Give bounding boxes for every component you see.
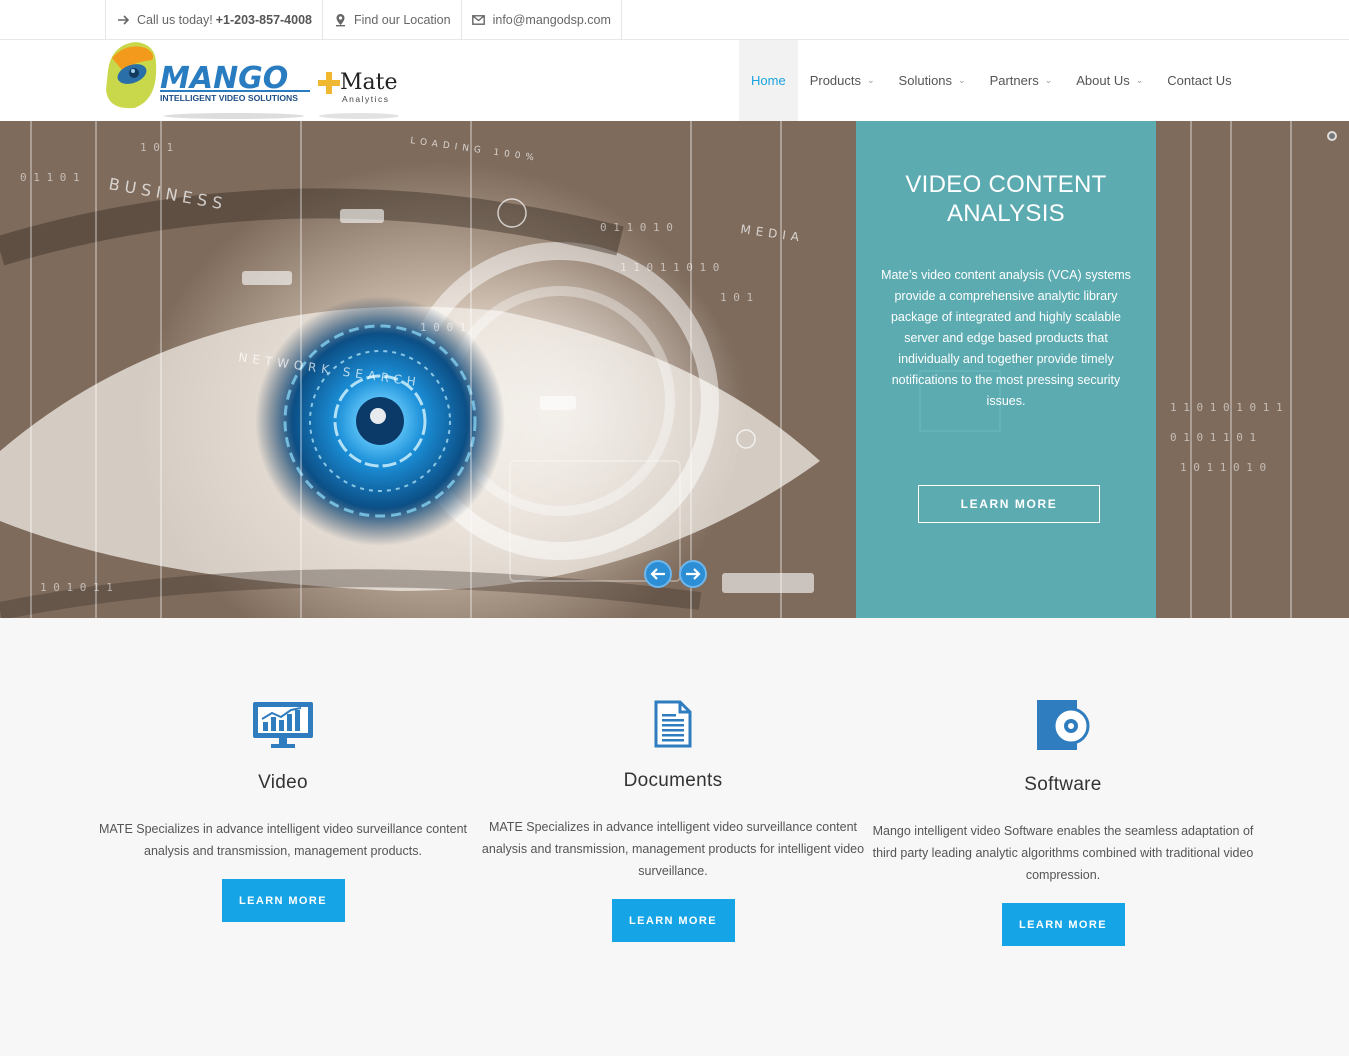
svg-text:1 0 1: 1 0 1 bbox=[140, 141, 173, 154]
hero-title-line1: VIDEO CONTENT bbox=[905, 171, 1107, 198]
software-disc-icon bbox=[1037, 700, 1090, 750]
svg-text:1 1 0 1 0 1 0 1 1: 1 1 0 1 0 1 0 1 1 bbox=[1170, 401, 1283, 414]
map-pin-icon bbox=[333, 13, 347, 27]
logo-graphic: MANGO INTELLIGENT VIDEO SOLUTIONS Mate A… bbox=[106, 42, 399, 119]
feature-learn-more-button[interactable]: LEARN MORE bbox=[611, 899, 735, 942]
arrow-right-icon bbox=[686, 568, 701, 580]
hero-title-line2: ANALYSIS bbox=[946, 200, 1065, 227]
nav-partners[interactable]: Partners ⌄ bbox=[978, 40, 1065, 121]
nav-label: Solutions bbox=[898, 73, 953, 88]
chevron-down-icon: ⌄ bbox=[1044, 75, 1053, 85]
find-location[interactable]: Find our Location bbox=[322, 0, 461, 40]
slider-prev-button[interactable] bbox=[644, 560, 672, 588]
feature-title: Software bbox=[1024, 774, 1102, 795]
envelope-icon bbox=[472, 13, 486, 27]
chevron-down-icon: ⌄ bbox=[867, 75, 875, 85]
arrow-left-icon bbox=[650, 568, 665, 580]
logo-tagline: INTELLIGENT VIDEO SOLUTIONS bbox=[160, 93, 298, 103]
nav-label: About Us bbox=[1076, 73, 1130, 88]
svg-text:1 1 0 1 1 0 1 0: 1 1 0 1 1 0 1 0 bbox=[620, 261, 719, 274]
feature-title: Documents bbox=[623, 770, 723, 791]
feature-title: Video bbox=[258, 772, 308, 793]
feature-video: Video MATE Specializes in advance intell… bbox=[88, 700, 478, 922]
feature-text: Mango intelligent video Software enables… bbox=[872, 824, 1254, 882]
feature-software: Software Mango intelligent video Softwar… bbox=[868, 700, 1258, 946]
hero-slider: 0 1 1 0 1 1 0 1 1 0 0 1 0 1 1 0 1 0 1 1 0 … bbox=[0, 121, 1349, 618]
nav-home[interactable]: Home bbox=[739, 40, 798, 121]
svg-text:1 0 1 1 0 1 0: 1 0 1 1 0 1 0 bbox=[1180, 461, 1266, 474]
slider-pause-dot[interactable] bbox=[1327, 131, 1337, 141]
hero-description: Mate’s video content analysis (VCA) syst… bbox=[881, 268, 1131, 408]
chevron-down-icon: ⌄ bbox=[1135, 75, 1144, 85]
nav-contact-us[interactable]: Contact Us bbox=[1155, 40, 1243, 121]
feature-text: MATE Specializes in advance intelligent … bbox=[98, 822, 468, 858]
svg-text:1 0 0 1: 1 0 0 1 bbox=[420, 321, 466, 334]
feature-text: MATE Specializes in advance intelligent … bbox=[481, 820, 865, 878]
arrow-right-icon bbox=[116, 13, 130, 27]
svg-text:0 1 1 0 1 0: 0 1 1 0 1 0 bbox=[600, 221, 673, 234]
svg-text:1 0 1: 1 0 1 bbox=[720, 291, 753, 304]
call-us[interactable]: Call us today! +1-203-857-4008 bbox=[105, 0, 322, 40]
slider-next-button[interactable] bbox=[679, 560, 707, 588]
nav-about-us[interactable]: About Us ⌄ bbox=[1064, 40, 1155, 121]
hero-word-loading: LOADING 100% bbox=[410, 136, 540, 164]
call-label: Call us today! bbox=[137, 13, 213, 27]
nav-label: Contact Us bbox=[1167, 73, 1232, 88]
feature-learn-more-button[interactable]: LEARN MORE bbox=[1001, 903, 1125, 946]
logo-partner-sub: Analytics bbox=[342, 94, 390, 104]
nav-label: Products bbox=[809, 73, 861, 88]
nav-label: Home bbox=[751, 73, 786, 88]
svg-text:0 1 0 1 1 0 1: 0 1 0 1 1 0 1 bbox=[1170, 431, 1256, 444]
hero-caption-panel: VIDEO CONTENT ANALYSIS Mate’s video cont… bbox=[856, 121, 1156, 618]
feature-documents: Documents MATE Specializes in advance in… bbox=[478, 700, 868, 942]
logo-partner: Mate bbox=[340, 70, 398, 95]
hero-title: VIDEO CONTENT ANALYSIS bbox=[856, 170, 1156, 228]
hero-word-media: MEDIA bbox=[740, 222, 805, 245]
nav-label: Partners bbox=[989, 73, 1039, 88]
svg-text:1 0 1 0 1 1: 1 0 1 0 1 1 bbox=[40, 581, 113, 594]
site-logo[interactable]: MANGO INTELLIGENT VIDEO SOLUTIONS Mate A… bbox=[104, 40, 404, 120]
main-nav: Home Products ⌄ Solutions ⌄ Partners ⌄ Abou… bbox=[739, 40, 1244, 121]
hero-learn-more-button[interactable]: LEARN MORE bbox=[918, 485, 1100, 523]
document-icon bbox=[654, 700, 692, 748]
location-link[interactable]: Find our Location bbox=[354, 13, 451, 27]
svg-text:0 1 1 0 1: 0 1 1 0 1 bbox=[20, 171, 80, 184]
email-contact[interactable]: info@mangodsp.com bbox=[460, 0, 622, 40]
email-link[interactable]: info@mangodsp.com bbox=[493, 13, 611, 27]
nav-solutions[interactable]: Solutions ⌄ bbox=[887, 40, 978, 121]
site-header: MANGO INTELLIGENT VIDEO SOLUTIONS Mate A… bbox=[0, 40, 1349, 121]
phone-number[interactable]: +1-203-857-4008 bbox=[216, 13, 312, 27]
chevron-down-icon: ⌄ bbox=[958, 75, 966, 85]
feature-learn-more-button[interactable]: LEARN MORE bbox=[221, 879, 345, 922]
monitor-chart-icon bbox=[253, 702, 313, 748]
top-bar: Call us today! +1-203-857-4008 Find our … bbox=[0, 0, 1349, 40]
nav-products[interactable]: Products ⌄ bbox=[798, 40, 887, 121]
